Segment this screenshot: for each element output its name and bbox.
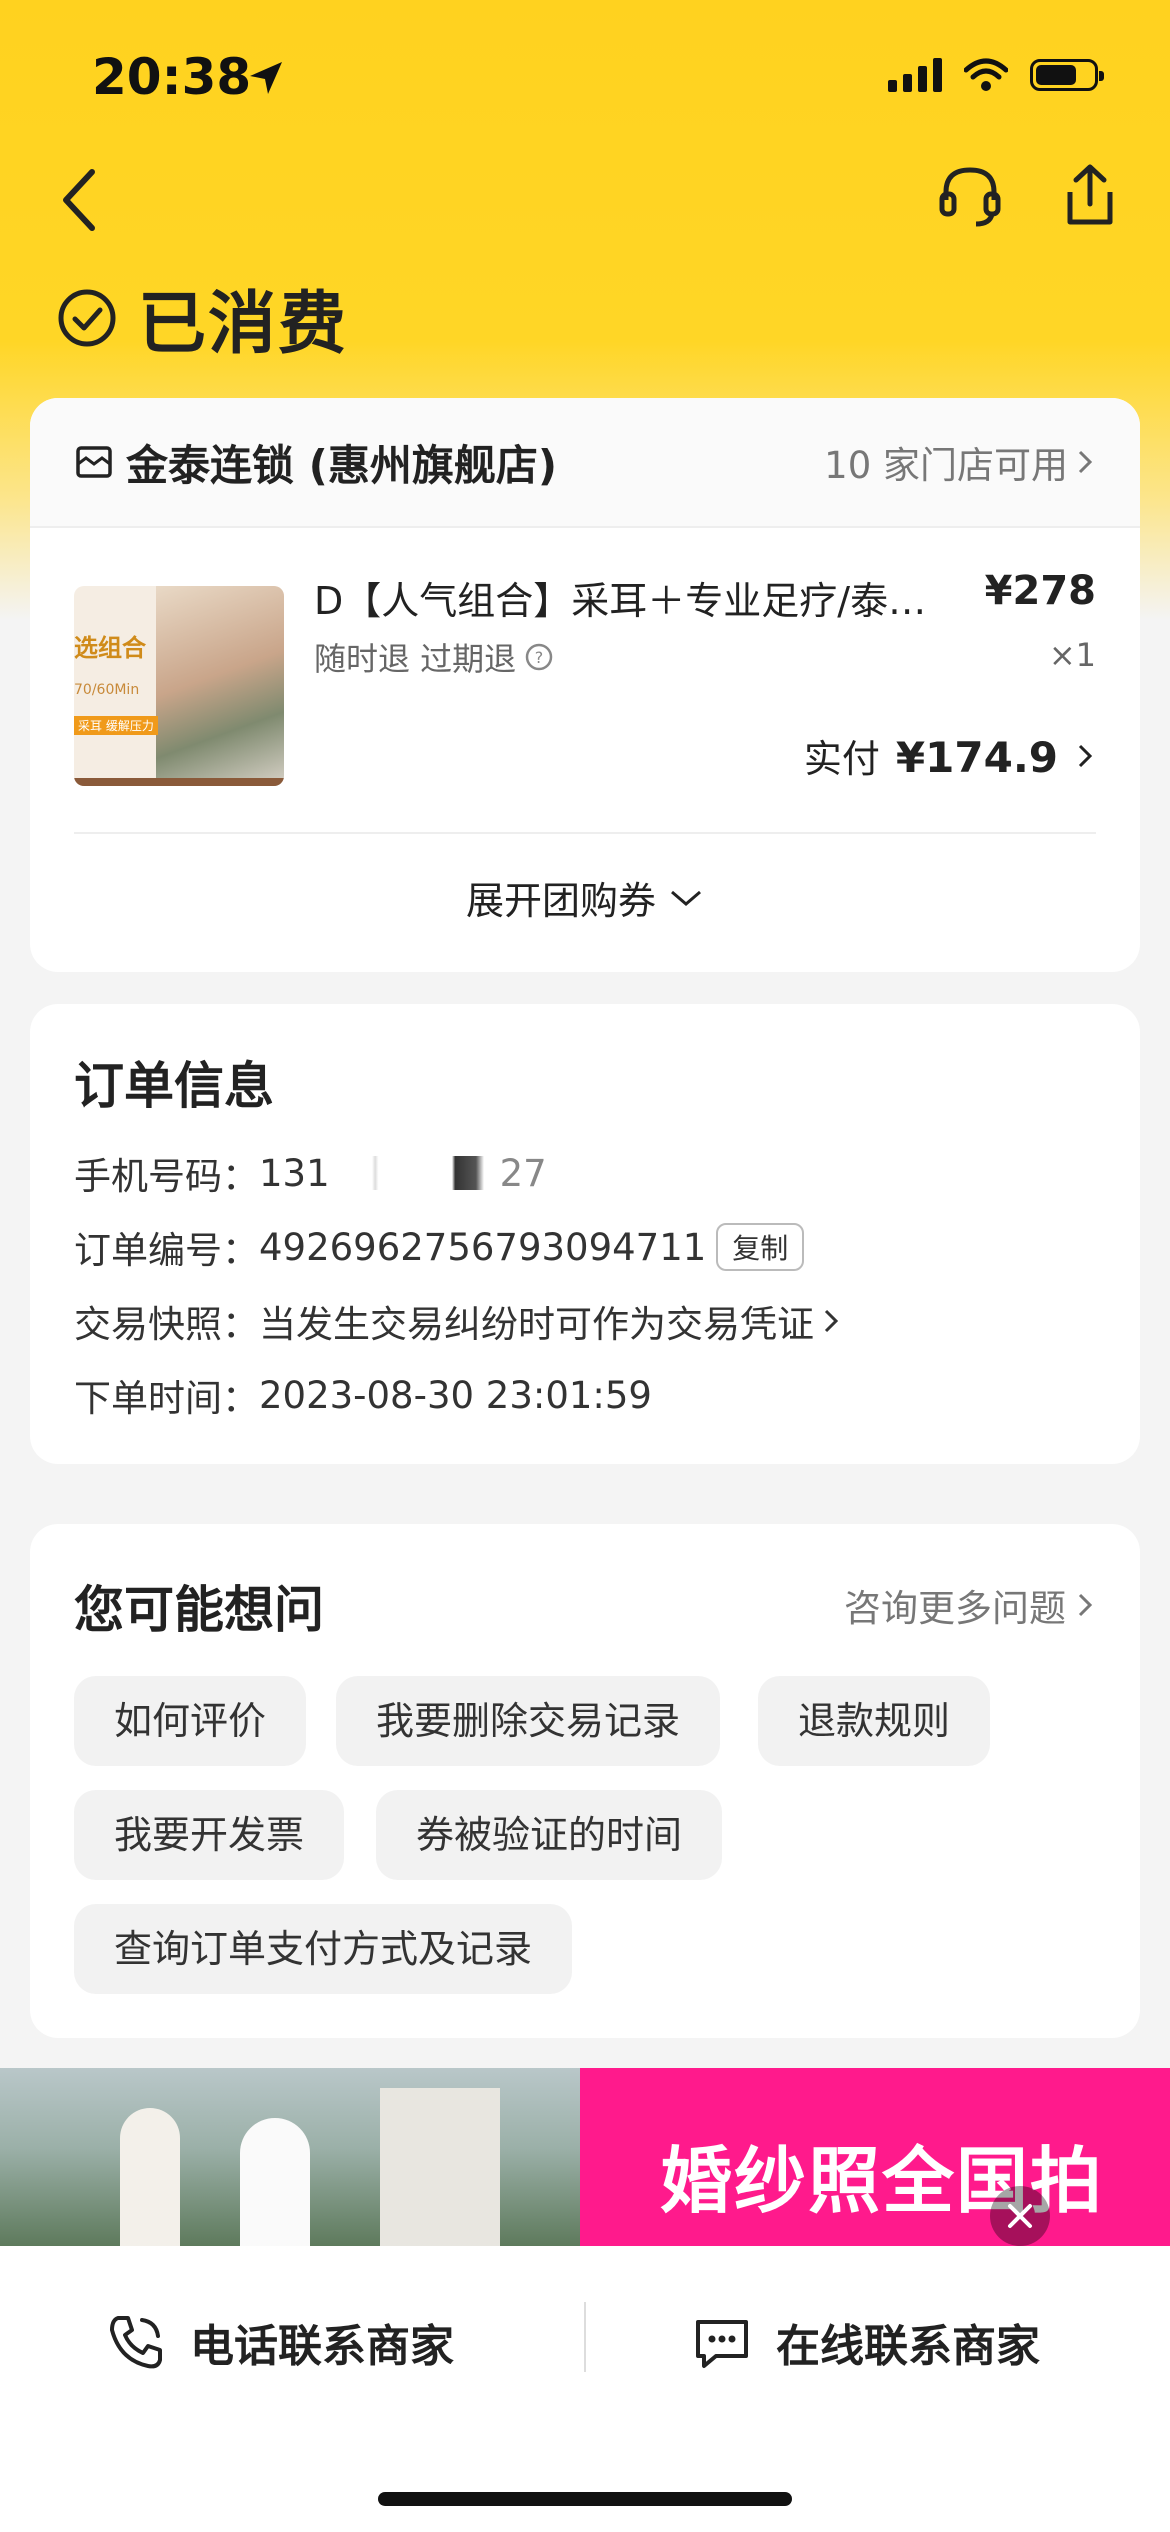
order-number-label: 订单编号： [74,1229,259,1272]
refund-tags: 随时退 过期退 ? [314,634,554,680]
refund-tags-text: 随时退 过期退 [314,640,517,678]
expand-label: 展开团购券 [465,879,656,923]
faq-card: 您可能想问 咨询更多问题 如何评价 我要删除交易记录 退款规则 我要开发票 券被… [30,1524,1140,2038]
thumb-badge: 采耳 缓解压力 [74,716,158,735]
banner-close-button[interactable] [990,2186,1050,2246]
phone-icon [110,2316,162,2369]
chevron-right-icon [1078,1593,1093,1617]
thumb-text: 选组合 [74,634,146,662]
copy-button[interactable]: 复制 [716,1223,805,1271]
store-icon [76,446,112,478]
snapshot-value: 当发生交易纠纷时可作为交易凭证 [259,1303,814,1346]
chevron-right-icon [824,1309,839,1333]
phone-value: 131 [259,1151,330,1195]
svg-text:?: ? [535,648,544,667]
faq-chip[interactable]: 我要删除交易记录 [336,1676,721,1766]
product-quantity: ×1 [1048,636,1096,674]
paid-amount: ¥174.9 [895,733,1058,782]
check-circle-icon [58,289,116,346]
close-icon [1008,2204,1032,2228]
chat-bubble-icon [696,2320,748,2368]
location-arrow-icon [250,62,282,94]
call-merchant-button[interactable]: 电话联系商家 [104,2310,454,2374]
paid-label: 实付 [803,737,880,781]
status-time: 20:38 [92,48,252,106]
snapshot-row[interactable]: 交易快照： 当发生交易纠纷时可作为交易凭证 [74,1294,842,1348]
home-indicator [378,2492,792,2506]
wifi-icon [964,58,1008,91]
order-info-title: 订单信息 [74,1057,274,1115]
expand-vouchers-button[interactable]: 展开团购券 [30,870,1140,925]
order-time-row: 下单时间： 2023-08-30 23:01:59 [74,1368,652,1422]
order-number-value: 4926962756793094711 [259,1225,707,1269]
divider [74,832,1096,834]
phone-redaction [339,1156,500,1190]
thumb-sub: 70/60Min [74,682,140,698]
faq-more-link[interactable]: 咨询更多问题 [844,1578,1096,1632]
chat-merchant-label: 在线联系商家 [776,2321,1040,2372]
faq-title: 您可能想问 [74,1581,324,1639]
order-time-label: 下单时间： [74,1377,259,1420]
product-thumbnail[interactable]: 选组合 70/60Min 采耳 缓解压力 [74,586,284,786]
order-number-row: 订单编号： 4926962756793094711 复制 [74,1220,805,1274]
store-availability-label: 10 家门店可用 [824,444,1068,487]
chevron-right-icon [1078,744,1093,768]
call-merchant-label: 电话联系商家 [190,2321,454,2372]
faq-chip[interactable]: 券被验证的时间 [376,1790,723,1880]
bottom-action-bar: 电话联系商家 在线联系商家 [0,2246,1170,2532]
faq-chip[interactable]: 如何评价 [74,1676,307,1766]
action-separator [584,2302,586,2372]
battery-icon [1030,59,1104,91]
share-icon[interactable] [1054,160,1126,232]
product-price: ¥278 [984,568,1096,614]
store-availability-link[interactable]: 10 家门店可用 [824,435,1096,489]
store-header[interactable]: 金泰连锁 (惠州旗舰店) 10 家门店可用 [30,398,1140,528]
faq-chip[interactable]: 查询订单支付方式及记录 [74,1904,573,1994]
status-indicators [888,58,1104,92]
customer-service-icon[interactable] [934,160,1006,232]
snapshot-label: 交易快照： [74,1303,259,1346]
banner-photo [0,2068,580,2246]
order-status: 已消费 [56,268,348,367]
chevron-right-icon [1078,450,1093,474]
cellular-signal-icon [888,58,942,92]
phone-row: 手机号码： 131 27 [74,1146,547,1200]
faq-more-label: 咨询更多问题 [844,1587,1066,1630]
chevron-down-icon [671,890,701,906]
faq-chip[interactable]: 退款规则 [758,1676,991,1766]
store-name: 金泰连锁 (惠州旗舰店) [126,440,558,490]
store-card: 金泰连锁 (惠州旗舰店) 10 家门店可用 选组合 70/60Min 采耳 缓解… [30,398,1140,972]
phone-label: 手机号码： [74,1155,259,1198]
paid-amount-row[interactable]: 实付 ¥174.9 [804,728,1096,783]
order-time-value: 2023-08-30 23:01:59 [259,1373,652,1417]
chat-merchant-button[interactable]: 在线联系商家 [690,2310,1040,2374]
status-title: 已消费 [138,285,349,364]
faq-chip[interactable]: 我要开发票 [74,1790,345,1880]
back-arrow-icon[interactable] [52,160,112,240]
order-info-card: 订单信息 手机号码： 131 27 订单编号： 4926962756793094… [30,1004,1140,1464]
help-circle-icon[interactable]: ? [524,642,554,672]
phone-tail: 27 [499,1151,547,1195]
ad-banner[interactable]: 婚纱照全国拍 [0,2068,1170,2246]
product-title[interactable]: D【人气组合】采耳＋专业足疗/泰… [314,570,954,625]
